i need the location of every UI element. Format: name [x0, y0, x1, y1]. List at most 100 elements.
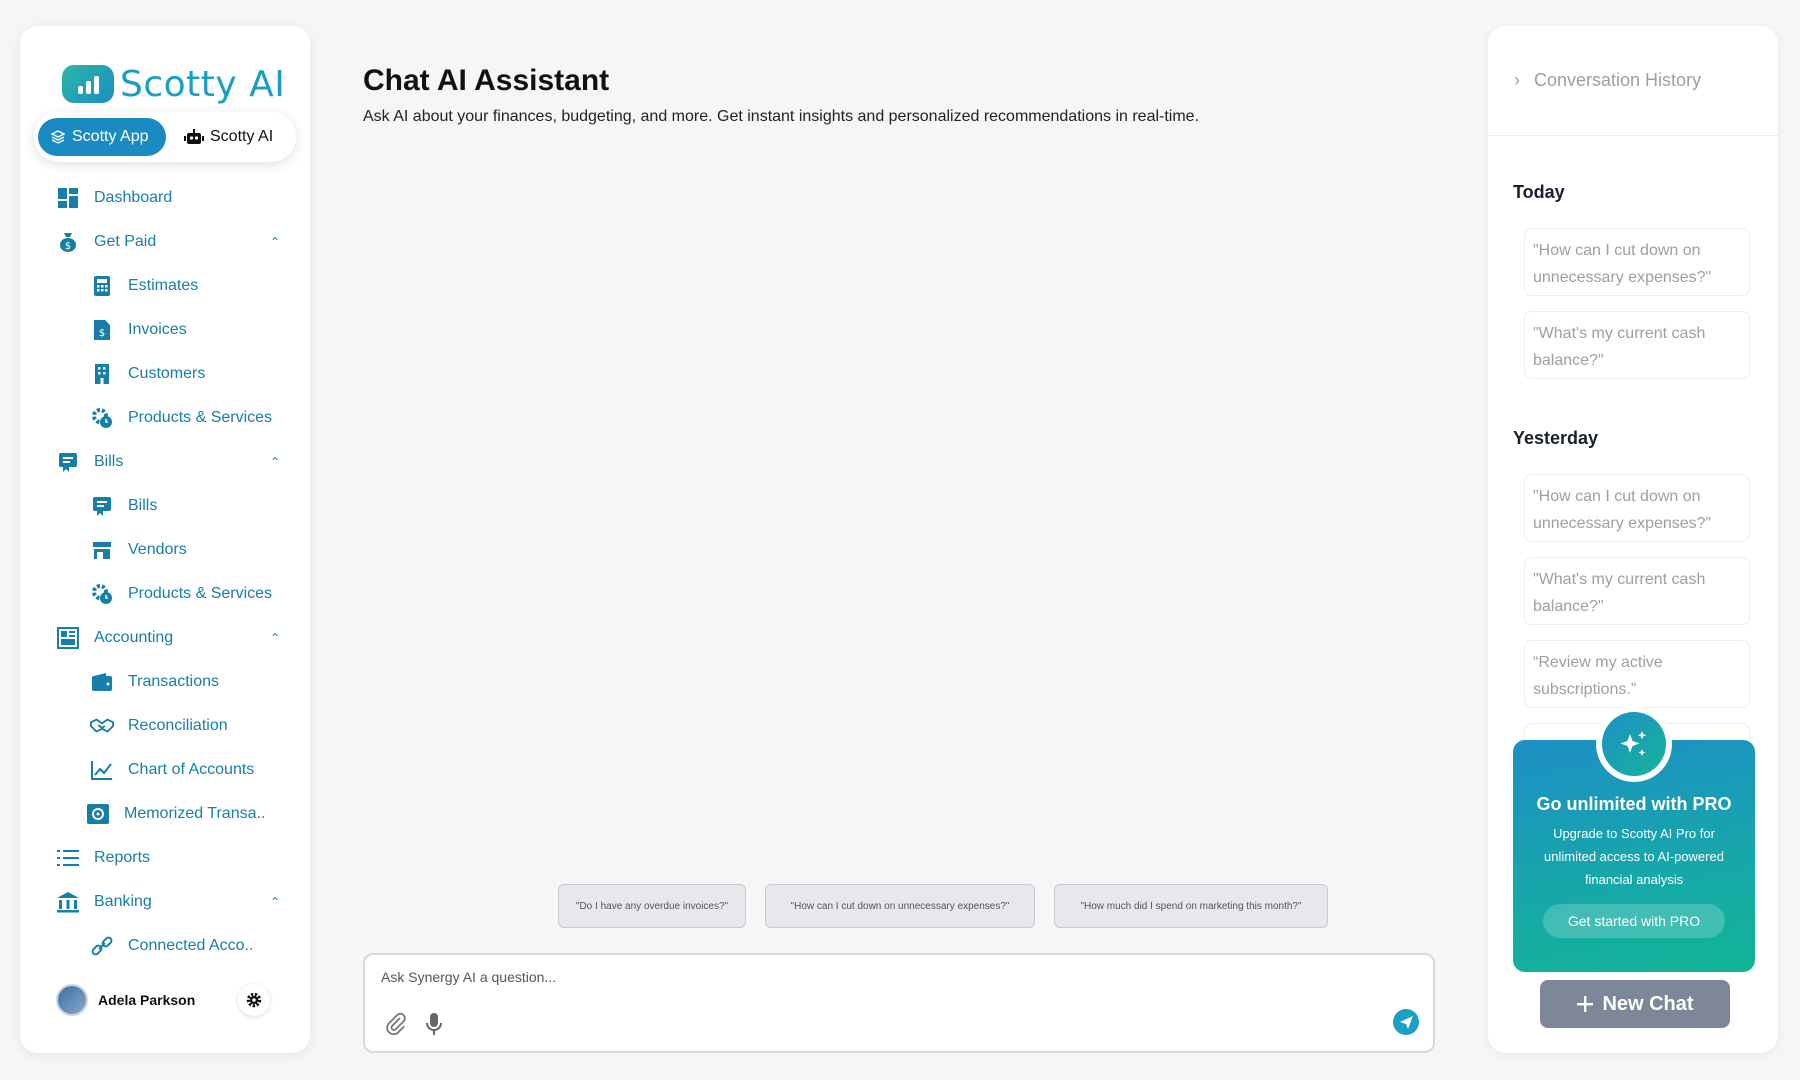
user-profile[interactable]: Adela Parkson — [56, 984, 195, 1016]
chevron-up-icon[interactable]: ⌃ — [270, 895, 280, 909]
history-item[interactable]: "What's my current cash balance?" — [1524, 311, 1750, 379]
safe-icon — [86, 802, 110, 826]
scotty-app-label: Scotty App — [72, 128, 149, 145]
sidebar-item-label: Dashboard — [94, 189, 173, 206]
sidebar-item-vendors[interactable]: Vendors — [20, 528, 310, 572]
sidebar-item-reports[interactable]: Reports — [20, 836, 310, 880]
layers-icon — [50, 130, 66, 144]
app-switcher: Scotty App Scotty AI — [34, 112, 296, 162]
suggestion-chip[interactable]: "How can I cut down on unnecessary expen… — [765, 884, 1035, 928]
receipt-icon — [90, 494, 114, 518]
wallet-icon — [90, 670, 114, 694]
logo-icon — [62, 65, 114, 103]
sidebar-item-products-services[interactable]: Products & Services — [20, 396, 310, 440]
scotty-ai-label: Scotty AI — [210, 128, 274, 145]
sidebar-item-estimates[interactable]: Estimates — [20, 264, 310, 308]
attach-button[interactable] — [383, 1011, 409, 1037]
page-title: Chat AI Assistant — [363, 64, 610, 97]
sidebar-item-reconciliation[interactable]: Reconciliation — [20, 704, 310, 748]
avatar — [56, 984, 88, 1016]
sidebar-item-transactions[interactable]: Transactions — [20, 660, 310, 704]
send-icon — [1393, 1009, 1419, 1035]
sparkles-icon — [1620, 731, 1647, 756]
chat-input[interactable] — [381, 969, 1181, 985]
new-chat-button[interactable]: New Chat — [1540, 980, 1730, 1028]
sidebar-item-bills-group[interactable]: Bills ⌃ — [20, 440, 310, 484]
gear-clock-icon — [90, 582, 114, 606]
svg-text:$: $ — [99, 328, 105, 339]
history-item[interactable]: "How can I cut down on unnecessary expen… — [1524, 474, 1750, 542]
paperclip-icon — [386, 1012, 406, 1036]
sidebar-item-label: Get Paid — [94, 233, 157, 250]
sidebar-item-label: Estimates — [128, 277, 199, 294]
history-item[interactable]: "How can I cut down on unnecessary expen… — [1524, 228, 1750, 296]
sidebar-item-products-services-2[interactable]: Products & Services — [20, 572, 310, 616]
scotty-ai-toggle[interactable]: Scotty AI — [172, 118, 285, 156]
sidebar-item-label: Transactions — [128, 673, 219, 690]
store-icon — [90, 538, 114, 562]
sidebar-item-label: Invoices — [128, 321, 187, 338]
sidebar-item-dashboard[interactable]: Dashboard — [20, 176, 310, 220]
chevron-up-icon[interactable]: ⌃ — [270, 455, 280, 469]
gear-icon — [246, 992, 262, 1008]
ledger-icon — [56, 626, 80, 650]
sidebar-item-label: Reconciliation — [128, 717, 228, 734]
sidebar-item-bills[interactable]: Bills — [20, 484, 310, 528]
line-chart-icon — [90, 758, 114, 782]
invoice-icon: $ — [90, 318, 114, 342]
conversation-history-panel: › Conversation History Today "How can I … — [1488, 26, 1778, 1053]
sidebar-item-label: Banking — [94, 893, 152, 910]
get-started-pro-button[interactable]: Get started with PRO — [1543, 904, 1725, 938]
send-button[interactable] — [1393, 1009, 1419, 1035]
gear-clock-icon — [90, 406, 114, 430]
sidebar-item-label: Bills — [94, 453, 124, 470]
sidebar-item-label: Vendors — [128, 541, 187, 558]
pro-badge — [1596, 706, 1672, 782]
sidebar-item-chart-of-accounts[interactable]: Chart of Accounts — [20, 748, 310, 792]
sidebar-item-connected-accounts[interactable]: Connected Acco.. — [20, 924, 310, 968]
calculator-icon — [90, 274, 114, 298]
chat-input-box — [363, 953, 1435, 1053]
list-icon — [56, 846, 80, 870]
brand-name: Scotty AI — [120, 63, 286, 105]
history-header[interactable]: › Conversation History — [1488, 26, 1778, 136]
history-title: Conversation History — [1534, 70, 1702, 90]
bank-icon — [56, 890, 80, 914]
dashboard-icon — [56, 186, 80, 210]
pro-title: Go unlimited with PRO — [1536, 794, 1732, 814]
sidebar-item-label: Connected Acco.. — [128, 937, 254, 954]
scotty-app-toggle[interactable]: Scotty App — [38, 118, 166, 156]
brand-logo[interactable]: Scotty AI — [62, 54, 285, 114]
handshake-icon — [90, 714, 114, 738]
history-item[interactable]: “Review my active subscriptions.” — [1524, 640, 1750, 708]
new-chat-label: New Chat — [1602, 992, 1694, 1015]
chevron-right-icon[interactable]: › — [1514, 70, 1520, 91]
yesterday-heading: Yesterday — [1513, 428, 1599, 448]
sidebar-item-memorized-transactions[interactable]: Memorized Transa.. — [20, 792, 310, 836]
link-icon — [90, 934, 114, 958]
chevron-up-icon[interactable]: ⌃ — [270, 631, 280, 645]
settings-button[interactable] — [238, 984, 270, 1016]
page-subtitle: Ask AI about your finances, budgeting, a… — [363, 108, 1200, 125]
sidebar-item-accounting[interactable]: Accounting ⌃ — [20, 616, 310, 660]
voice-button[interactable] — [421, 1011, 447, 1037]
sidebar-item-get-paid[interactable]: $ Get Paid ⌃ — [20, 220, 310, 264]
microphone-icon — [426, 1013, 442, 1035]
today-heading: Today — [1513, 182, 1565, 202]
history-item[interactable]: "What's my current cash balance?" — [1524, 557, 1750, 625]
sidebar: Scotty AI Scotty App Scotty AI Dashboard… — [20, 26, 310, 1053]
building-icon — [90, 362, 114, 386]
sidebar-item-label: Accounting — [94, 629, 174, 646]
sidebar-nav: Dashboard $ Get Paid ⌃ Estimates $ Invoi… — [20, 176, 310, 968]
user-name: Adela Parkson — [98, 992, 196, 1008]
suggestion-chip[interactable]: "Do I have any overdue invoices?" — [558, 884, 746, 928]
plus-icon — [1577, 996, 1594, 1012]
sidebar-item-banking[interactable]: Banking ⌃ — [20, 880, 310, 924]
suggestion-chip[interactable]: "How much did I spend on marketing this … — [1054, 884, 1328, 928]
receipt-icon — [56, 450, 80, 474]
sidebar-item-label: Customers — [128, 365, 206, 382]
sidebar-item-invoices[interactable]: $ Invoices — [20, 308, 310, 352]
sidebar-item-customers[interactable]: Customers — [20, 352, 310, 396]
chevron-up-icon[interactable]: ⌃ — [270, 235, 280, 249]
robot-icon — [184, 129, 204, 144]
